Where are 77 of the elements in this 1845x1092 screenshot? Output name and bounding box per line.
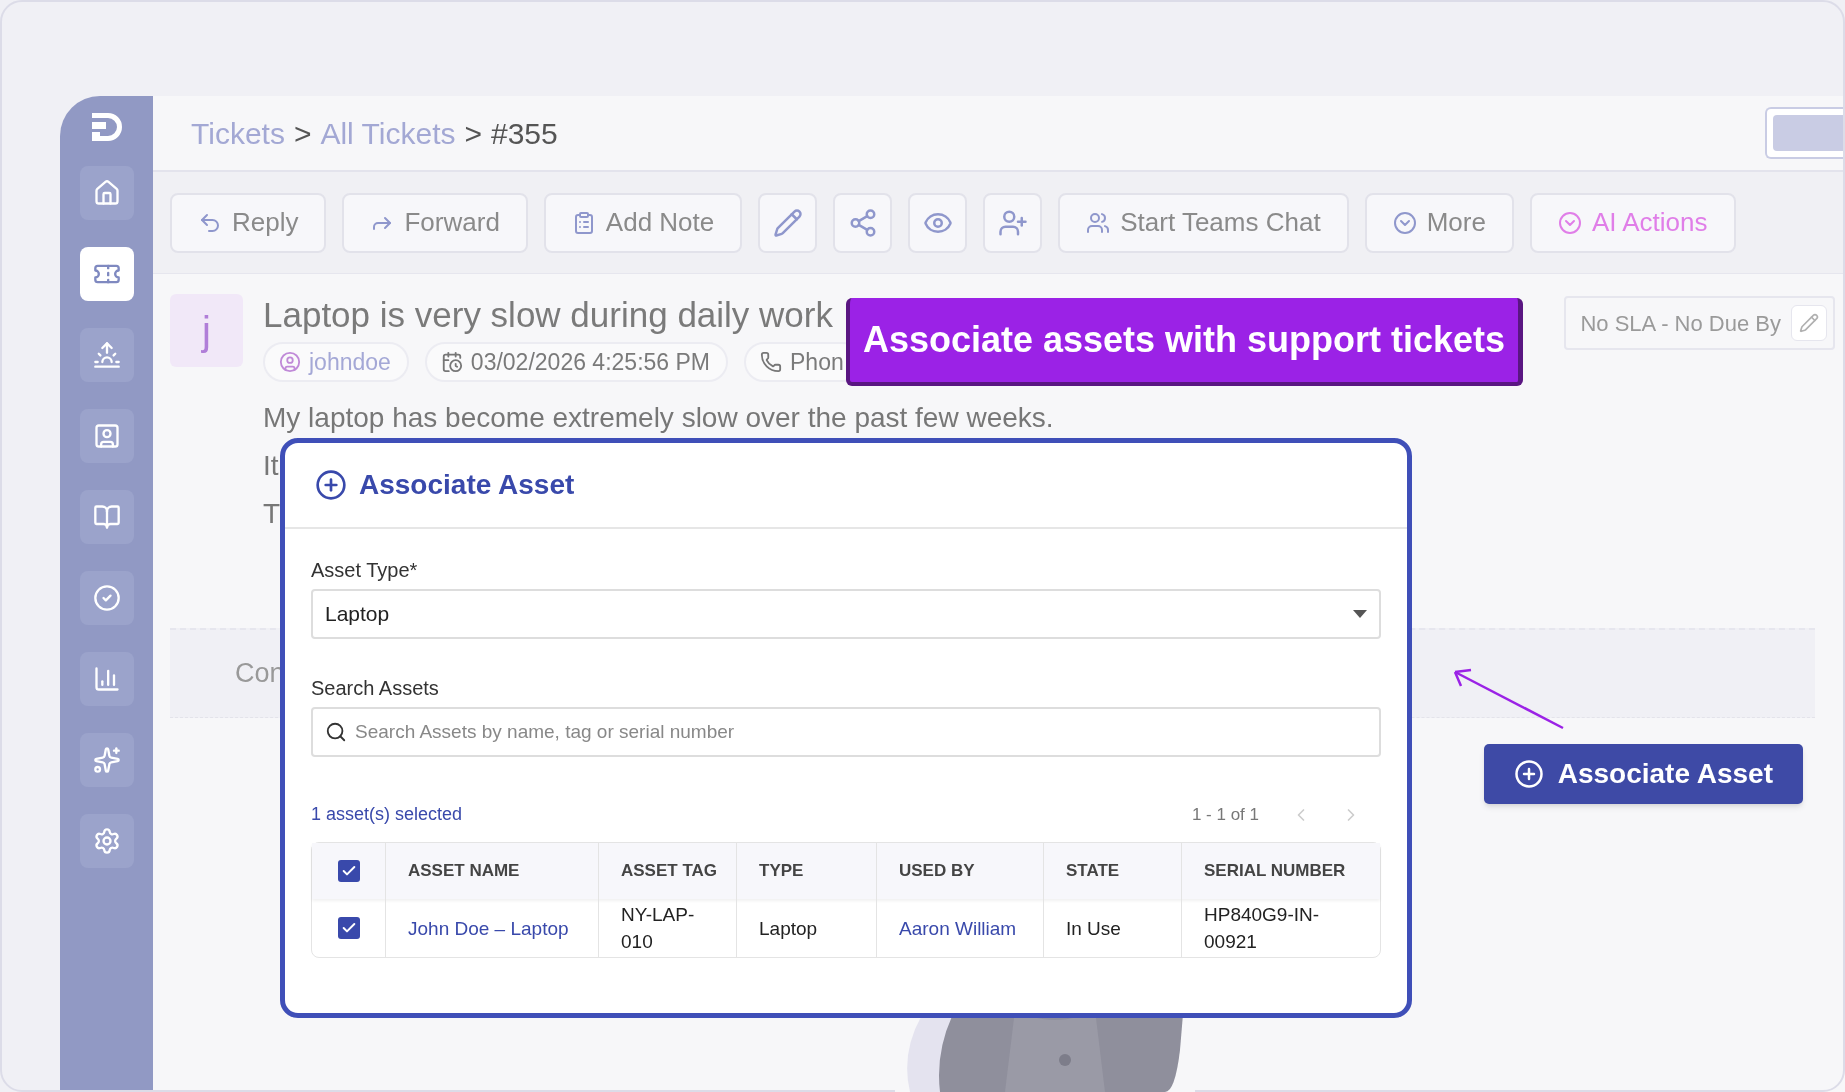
sparkles-icon xyxy=(92,746,121,774)
column-header: TYPE xyxy=(759,860,804,883)
icon-button[interactable] xyxy=(833,192,893,253)
toolbar-button[interactable]: Add Note xyxy=(543,192,743,253)
settings-icon xyxy=(92,827,121,855)
sidebar-item[interactable] xyxy=(79,328,134,382)
search-field[interactable]: Search Assets by name, tag or serial number xyxy=(311,707,1381,757)
sidebar-item[interactable] xyxy=(79,814,134,868)
checkbox[interactable] xyxy=(337,917,360,939)
sidebar-item[interactable] xyxy=(79,733,134,787)
check-circle-icon xyxy=(92,584,121,612)
add-circle-icon xyxy=(1513,759,1544,789)
toolbar-button[interactable]: AI Actions xyxy=(1529,192,1736,253)
table-link[interactable]: Aaron William xyxy=(899,914,1017,942)
info-chip: johndoe xyxy=(263,342,409,382)
sidebar-item[interactable] xyxy=(79,652,134,706)
selection-count: 1 asset(s) selected xyxy=(311,803,463,826)
toolbar-button[interactable]: Start Teams Chat xyxy=(1058,192,1349,253)
column-header: SERIAL NUMBER xyxy=(1204,860,1346,883)
description-text: It xyxy=(263,449,279,483)
toolbar-button[interactable]: Reply xyxy=(170,192,327,253)
sunrise-icon xyxy=(92,341,121,369)
dropdown-caret-icon xyxy=(1353,610,1367,618)
toolbar-button[interactable]: More xyxy=(1364,192,1514,253)
column-header: ASSET NAME xyxy=(408,860,520,883)
phone-icon xyxy=(760,351,782,373)
header-button[interactable] xyxy=(1765,107,1845,159)
table-link[interactable]: John Doe – Laptop xyxy=(408,914,569,942)
table-cell-text: NY-LAP-010 xyxy=(621,903,696,954)
field-label: Search Assets xyxy=(311,676,440,701)
breadcrumb-link[interactable]: All Tickets xyxy=(320,110,456,156)
breadcrumb-current: #355 xyxy=(491,115,558,152)
sidebar-item[interactable] xyxy=(79,409,134,463)
column-header: STATE xyxy=(1066,860,1120,883)
icon-button[interactable] xyxy=(908,192,968,253)
teams-icon xyxy=(1086,210,1111,235)
asset-type-select[interactable]: Laptop xyxy=(311,589,1381,639)
table-cell-text: HP840G9-IN-00921 xyxy=(1204,903,1321,954)
column-header: USED BY xyxy=(899,860,975,883)
user-icon xyxy=(279,351,301,373)
chevron-circle-icon xyxy=(1392,210,1417,235)
search-icon xyxy=(325,721,347,743)
description-text: T xyxy=(263,497,281,531)
breadcrumb-separator: > xyxy=(293,115,312,152)
ticket-title: Laptop is very slow during daily work xyxy=(263,294,834,336)
edit-button[interactable] xyxy=(1791,305,1827,341)
home-icon xyxy=(92,179,121,207)
associate-asset-button[interactable]: Associate Asset xyxy=(1483,744,1803,804)
contact-card-icon xyxy=(92,422,121,450)
pagination-range: 1 - 1 of 1 xyxy=(1191,803,1259,826)
description-text: My laptop has become extremely slow over the past few weeks. xyxy=(263,401,1054,435)
add-circle-icon xyxy=(315,469,347,501)
avatar: j xyxy=(170,294,243,367)
dialog-title: Associate Asset xyxy=(359,468,575,502)
table-cell-text: Laptop xyxy=(759,916,818,941)
field-label: Asset Type* xyxy=(311,558,419,583)
sla-box: No SLA - No Due By xyxy=(1564,296,1835,350)
breadcrumb-link[interactable]: Tickets xyxy=(191,110,285,156)
sidebar-item[interactable] xyxy=(79,490,134,544)
info-chip: 03/02/2026 4:25:56 PM xyxy=(424,342,728,382)
table-cell-text: In Use xyxy=(1066,916,1121,941)
calendar-icon xyxy=(440,351,463,373)
icon-button[interactable] xyxy=(983,192,1043,253)
toolbar-button[interactable]: Forward xyxy=(342,192,528,253)
breadcrumb-separator: > xyxy=(464,115,482,152)
sidebar-item[interactable] xyxy=(79,166,134,220)
chevron-circle-icon xyxy=(1557,210,1582,235)
sidebar-item[interactable] xyxy=(79,571,134,625)
icon-button[interactable] xyxy=(758,192,818,253)
sidebar-item[interactable] xyxy=(79,247,134,301)
book-icon xyxy=(92,503,121,531)
pencil-icon xyxy=(772,207,803,238)
checkbox[interactable] xyxy=(337,860,360,882)
feature-banner: Associate assets with support tickets xyxy=(846,298,1523,386)
bar-chart-icon xyxy=(92,665,121,693)
column-header: ASSET TAG xyxy=(621,860,718,883)
pencil-icon xyxy=(1799,313,1819,333)
